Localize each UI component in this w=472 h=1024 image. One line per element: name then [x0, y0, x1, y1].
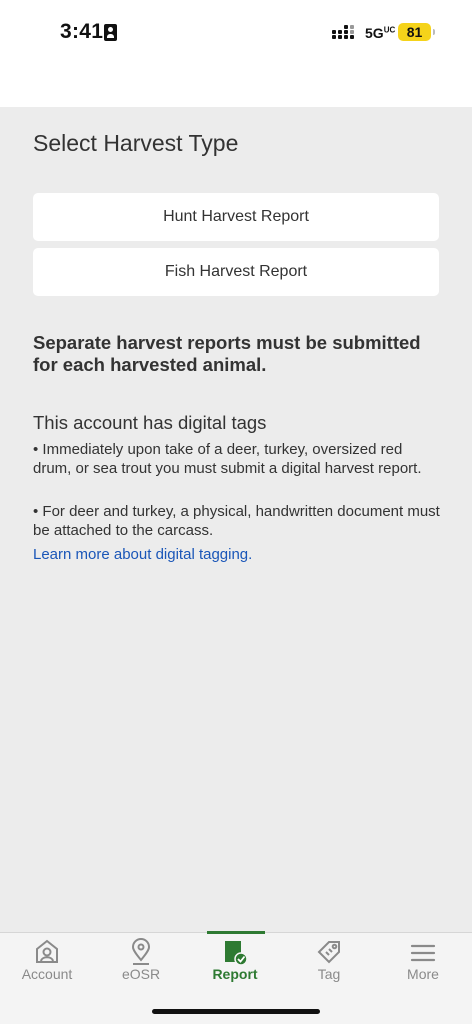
separate-reports-notice: Separate harvest reports must be submitt… — [33, 332, 421, 375]
network-suffix: UC — [383, 25, 396, 35]
tab-report-label: Report — [212, 966, 258, 982]
network-type: 5G — [365, 25, 384, 41]
tag-icon — [282, 938, 376, 966]
tab-more[interactable]: More — [376, 933, 470, 993]
tab-tag-label: Tag — [317, 966, 341, 982]
digital-tags-heading: This account has digital tags — [33, 412, 267, 433]
fish-harvest-report-button[interactable]: Fish Harvest Report — [33, 248, 439, 296]
tab-eosr-label: eOSR — [121, 966, 161, 982]
clock: 3:41 — [60, 20, 104, 43]
menu-icon — [376, 938, 470, 966]
status-bar: 3:41 5GUC 81 — [0, 0, 472, 107]
tab-eosr[interactable]: eOSR — [94, 933, 188, 993]
home-indicator[interactable] — [152, 1009, 320, 1014]
hunt-harvest-report-button[interactable]: Hunt Harvest Report — [33, 193, 439, 241]
signal-icon — [332, 24, 356, 40]
network-indicator: 5GUC — [365, 25, 395, 41]
tab-account-label: Account — [21, 966, 73, 982]
learn-more-digital-tagging-link[interactable]: Learn more about digital tagging. — [33, 546, 252, 563]
tab-tag[interactable]: Tag — [282, 933, 376, 993]
location-pin-icon — [94, 938, 188, 966]
active-tab-indicator — [207, 931, 265, 934]
tab-report[interactable]: Report — [188, 931, 282, 993]
page-title: Select Harvest Type — [33, 130, 239, 156]
bullet-digital-report: • Immediately upon take of a deer, turke… — [33, 441, 422, 477]
bullet-physical-document: • For deer and turkey, a physical, handw… — [33, 503, 440, 539]
report-check-icon — [188, 938, 282, 966]
tab-account[interactable]: Account — [0, 933, 94, 993]
account-icon — [0, 938, 94, 966]
battery-indicator: 81 — [398, 23, 435, 41]
id-card-icon — [104, 24, 117, 41]
tab-more-label: More — [407, 966, 439, 982]
